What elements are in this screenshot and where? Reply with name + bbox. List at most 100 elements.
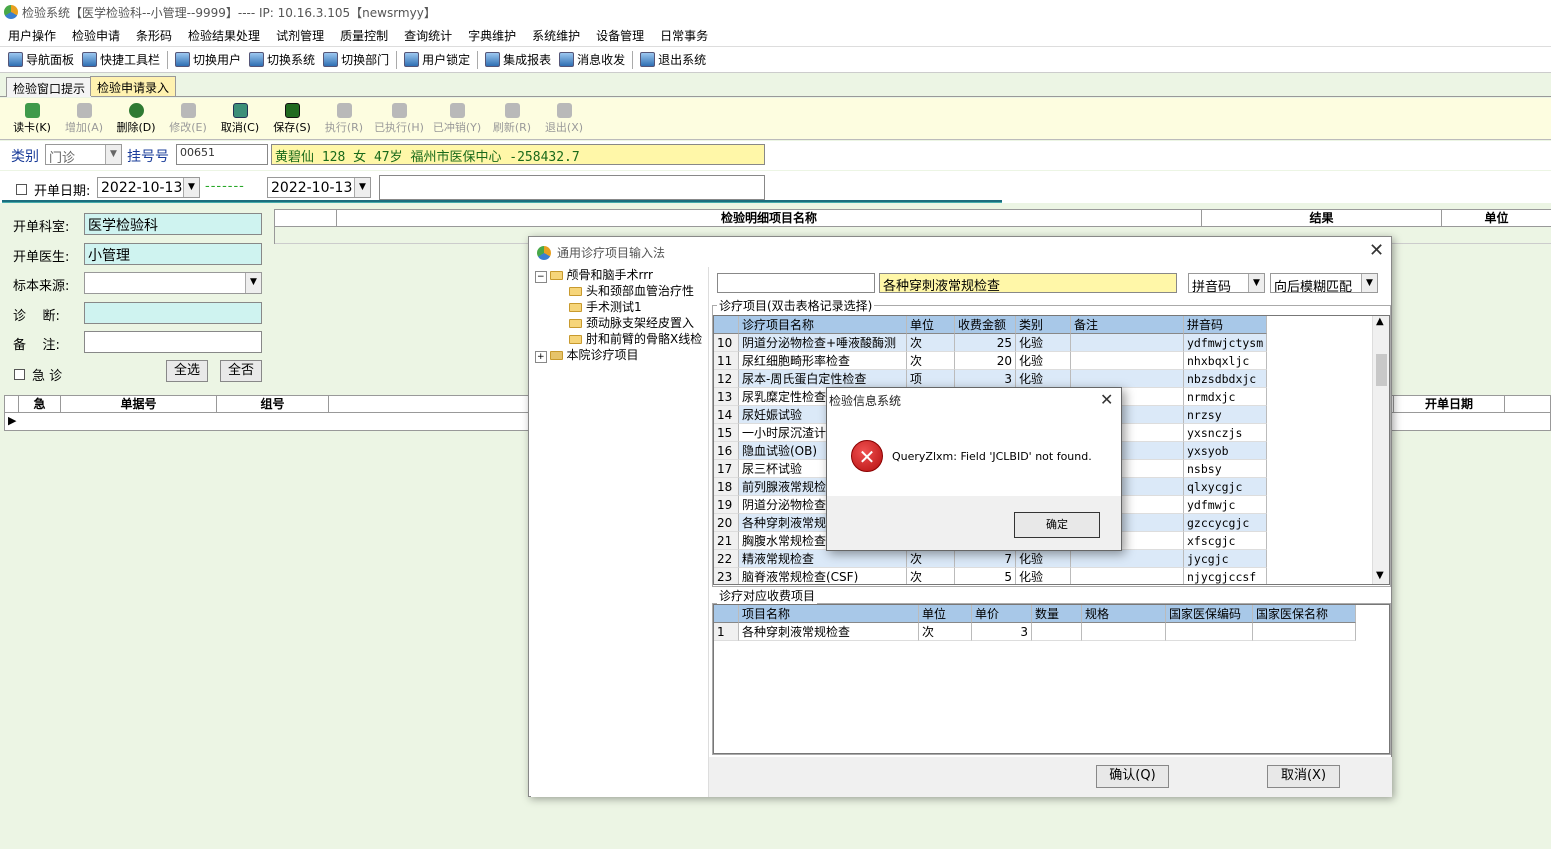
switch-dept-button[interactable]: 切换部门 — [319, 50, 393, 70]
items-header-cell[interactable]: 备注 — [1071, 316, 1184, 334]
dialog-close-icon[interactable]: ✕ — [1369, 242, 1384, 260]
message-button[interactable]: 消息收发 — [555, 50, 629, 70]
date-to-picker[interactable]: 2022-10-13 ▼ — [267, 177, 371, 198]
items-header-cell[interactable]: 拼音码 — [1184, 316, 1267, 334]
items-row[interactable]: 23 脑脊液常规检查(CSF) 次 5 化验 njycgjccsf — [714, 568, 1389, 584]
dialog-search-text[interactable]: 各种穿刺液常规检查 — [879, 273, 1177, 293]
exit-button[interactable]: 退出(X) — [538, 98, 590, 140]
patient-row: 类别 门诊 ▼ 挂号号 00651 黄碧仙 128 女 47岁 福州市医保中心 -… — [0, 141, 1551, 170]
urgent-checkbox[interactable] — [14, 367, 25, 381]
items-header-cell[interactable]: 收费金额 — [955, 316, 1016, 334]
tab-lab-request-entry[interactable]: 检验申请录入 — [90, 76, 177, 96]
tree-node[interactable]: 颈动脉支架经皮置入 — [531, 315, 708, 331]
execute-button[interactable]: 执行(R) — [318, 98, 370, 140]
fee-header-cell[interactable]: 规格 — [1082, 605, 1166, 623]
dialog-confirm-button[interactable]: 确认(Q) — [1096, 765, 1169, 788]
items-vscrollbar[interactable]: ▲ ▼ — [1372, 316, 1389, 584]
items-header-cell[interactable]: 类别 — [1016, 316, 1071, 334]
select-all-button[interactable]: 全选 — [166, 360, 208, 382]
extra-input[interactable] — [379, 175, 765, 200]
add-button[interactable]: 增加(A) — [58, 98, 110, 140]
menu-query-stats[interactable]: 查询统计 — [396, 27, 460, 44]
switch-user-button[interactable]: 切换用户 — [171, 50, 245, 70]
items-row[interactable]: 11 尿红细胞畸形率检查次 20 化验 nhxbqxljc — [714, 352, 1389, 370]
fee-header-cell[interactable]: 国家医保编码 — [1166, 605, 1253, 623]
menu-dictionary[interactable]: 字典维护 — [460, 27, 524, 44]
menu-system[interactable]: 系统维护 — [524, 27, 588, 44]
menu-barcode[interactable]: 条形码 — [128, 27, 180, 44]
remark-field[interactable] — [84, 331, 262, 353]
fee-header-cell[interactable]: 单价 — [972, 605, 1032, 623]
category-select[interactable]: 门诊 ▼ — [45, 144, 122, 165]
tree-node-label: 颈动脉支架经皮置入 — [586, 316, 695, 330]
menu-quality[interactable]: 质量控制 — [332, 27, 396, 44]
doctor-field[interactable]: 小管理 — [84, 243, 262, 265]
tree-node[interactable]: + 本院诊疗项目 — [531, 347, 708, 363]
items-cell: 化验 — [1016, 334, 1071, 352]
tree-node[interactable]: 手术测试1 — [531, 299, 708, 315]
items-header-cell[interactable]: 诊疗项目名称 — [739, 316, 907, 334]
specimen-select[interactable]: ▼ — [84, 272, 262, 294]
message-close-icon[interactable]: ✕ — [1100, 391, 1113, 409]
read-card-button[interactable]: 读卡(K) — [6, 98, 58, 140]
message-ok-button[interactable]: 确定 — [1014, 512, 1100, 538]
fee-header-cell[interactable]: 数量 — [1032, 605, 1082, 623]
executed-button[interactable]: 已执行(H) — [370, 98, 428, 140]
cancel-button[interactable]: 取消(C) — [214, 98, 266, 140]
fee-header-cell[interactable]: 国家医保名称 — [1253, 605, 1356, 623]
nav-panel-button[interactable]: 导航面板 — [4, 50, 78, 70]
dialog-cancel-button[interactable]: 取消(X) — [1267, 765, 1340, 788]
reg-no-input[interactable]: 00651 — [176, 144, 268, 165]
edit-button[interactable]: 修改(E) — [162, 98, 214, 140]
menu-lab-request[interactable]: 检验申请 — [64, 27, 128, 44]
items-header-cell[interactable]: 单位 — [907, 316, 955, 334]
match-mode-select[interactable]: 向后模糊匹配 ▼ — [1270, 273, 1378, 293]
date-from-picker[interactable]: 2022-10-13 ▼ — [97, 177, 200, 198]
items-cell — [1071, 334, 1184, 352]
expand-icon[interactable]: + — [535, 351, 547, 363]
folder-icon — [549, 351, 563, 360]
cancel-icon — [232, 103, 248, 118]
report-button[interactable]: 集成报表 — [481, 50, 555, 70]
tree-node[interactable]: 肘和前臂的骨骼X线检 — [531, 331, 708, 347]
quick-toolbar-button[interactable]: 快捷工具栏 — [78, 50, 164, 70]
menu-user-ops[interactable]: 用户操作 — [0, 27, 64, 44]
scroll-up-icon[interactable]: ▲ — [1376, 316, 1384, 327]
collapse-icon[interactable]: − — [535, 271, 547, 283]
order-date-checkbox[interactable] — [16, 182, 27, 196]
exit-system-button[interactable]: 退出系统 — [636, 50, 710, 70]
fee-grid: 项目名称 单位 单价 数量 规格 国家医保编码 国家医保名称 1 各种穿刺液常规检查次 3 — [713, 604, 1390, 754]
scroll-thumb[interactable] — [1376, 354, 1387, 386]
fee-header-cell[interactable] — [714, 605, 739, 623]
search-mode-select[interactable]: 拼音码 ▼ — [1188, 273, 1265, 293]
dept-field[interactable]: 医学检验科 — [84, 213, 262, 235]
switch-user-label: 切换用户 — [193, 53, 242, 67]
fee-row[interactable]: 1 各种穿刺液常规检查次 3 — [714, 623, 1389, 641]
fee-header-cell[interactable]: 项目名称 — [739, 605, 919, 623]
user-lock-button[interactable]: 用户锁定 — [400, 50, 474, 70]
items-header-cell[interactable] — [714, 316, 739, 334]
refresh-button[interactable]: 刷新(R) — [486, 98, 538, 140]
menu-result-process[interactable]: 检验结果处理 — [180, 27, 268, 44]
scroll-down-icon[interactable]: ▼ — [1376, 570, 1384, 581]
edit-icon — [180, 103, 196, 118]
items-row[interactable]: 12 尿本-周氏蛋白定性检查项 3 化验 nbzsdbdxjc — [714, 370, 1389, 388]
tree-node[interactable]: − 颅骨和脑手术rrr — [531, 267, 708, 283]
items-row[interactable]: 10 阴道分泌物检查+唾液酸酶测次 25 化验 ydfmwjctysm — [714, 334, 1389, 352]
items-row[interactable]: 22 精液常规检查次 7 化验 jycgjc — [714, 550, 1389, 568]
diagnosis-field[interactable] — [84, 302, 262, 324]
execute-icon — [336, 103, 352, 118]
menu-daily[interactable]: 日常事务 — [652, 27, 716, 44]
delete-button[interactable]: 删除(D) — [110, 98, 162, 140]
deselect-all-button[interactable]: 全否 — [220, 360, 262, 382]
save-button[interactable]: 保存(S) — [266, 98, 318, 140]
tree-node[interactable]: 头和颈部血管治疗性 — [531, 283, 708, 299]
menu-device[interactable]: 设备管理 — [588, 27, 652, 44]
switch-system-button[interactable]: 切换系统 — [245, 50, 319, 70]
dialog-search-input[interactable] — [717, 273, 875, 293]
reversed-button[interactable]: 已冲销(Y) — [428, 98, 486, 140]
tab-window-tips[interactable]: 检验窗口提示 — [6, 77, 93, 97]
fee-header-cell[interactable]: 单位 — [919, 605, 972, 623]
menu-reagent[interactable]: 试剂管理 — [268, 27, 332, 44]
doctor-label: 开单医生: — [13, 250, 70, 265]
